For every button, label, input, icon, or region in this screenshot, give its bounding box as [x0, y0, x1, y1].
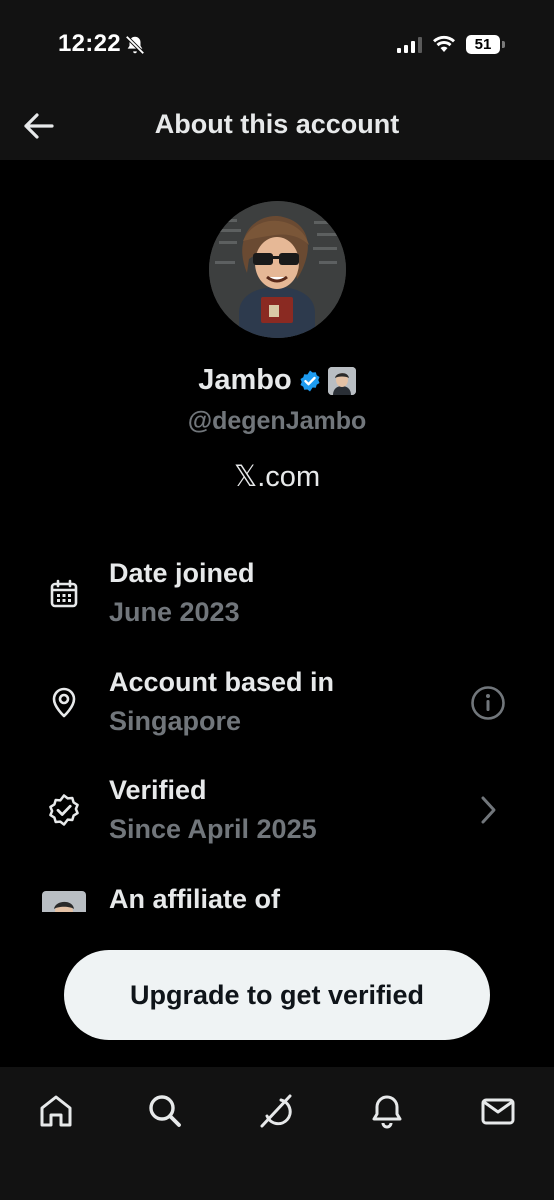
account-location-row: Account based in Singapore — [0, 664, 554, 754]
affiliate-badge — [327, 366, 356, 395]
display-name: Jambo — [198, 364, 292, 396]
info-icon — [471, 686, 505, 720]
status-time: 12:22 — [58, 30, 121, 57]
header: About this account — [0, 92, 554, 160]
page-title: About this account — [154, 109, 400, 139]
notifications-icon[interactable] — [365, 1089, 409, 1133]
chevron-right-icon — [468, 790, 508, 830]
date-joined-value: June 2023 — [109, 597, 240, 627]
website-link[interactable]: 𝕏.com — [0, 459, 554, 494]
date-joined-label: Date joined — [109, 558, 255, 588]
avatar[interactable] — [209, 201, 346, 338]
bell-off-icon — [124, 34, 146, 61]
verified-check-icon — [44, 790, 84, 830]
status-bar: 12:22 51 — [0, 0, 554, 92]
upgrade-button[interactable]: Upgrade to get verified — [64, 950, 490, 1040]
battery-tip — [502, 41, 505, 48]
handle: @degenJambo — [187, 407, 367, 435]
location-pin-icon — [44, 682, 84, 722]
home-icon[interactable] — [34, 1089, 78, 1133]
info-button[interactable] — [468, 683, 508, 723]
account-location-label: Account based in — [109, 667, 335, 697]
account-location-value: Singapore — [109, 706, 242, 736]
battery-level: 51 — [474, 36, 492, 53]
grok-icon[interactable] — [254, 1089, 298, 1133]
verified-badge-icon — [300, 370, 320, 391]
search-icon[interactable] — [143, 1089, 187, 1133]
bottom-nav — [0, 1067, 554, 1200]
name-row: Jambo — [0, 364, 554, 397]
verified-row[interactable]: Verified Since April 2025 — [0, 772, 554, 862]
affiliate-label: An affiliate of — [109, 884, 281, 914]
verified-label: Verified — [109, 775, 207, 805]
verified-value: Since April 2025 — [109, 814, 317, 844]
signal-icon — [397, 37, 423, 58]
date-joined-row: Date joined June 2023 — [0, 555, 554, 645]
calendar-icon — [44, 574, 84, 614]
upgrade-button-label: Upgrade to get verified — [129, 979, 425, 1010]
wifi-icon — [432, 34, 456, 59]
messages-icon[interactable] — [476, 1089, 520, 1133]
